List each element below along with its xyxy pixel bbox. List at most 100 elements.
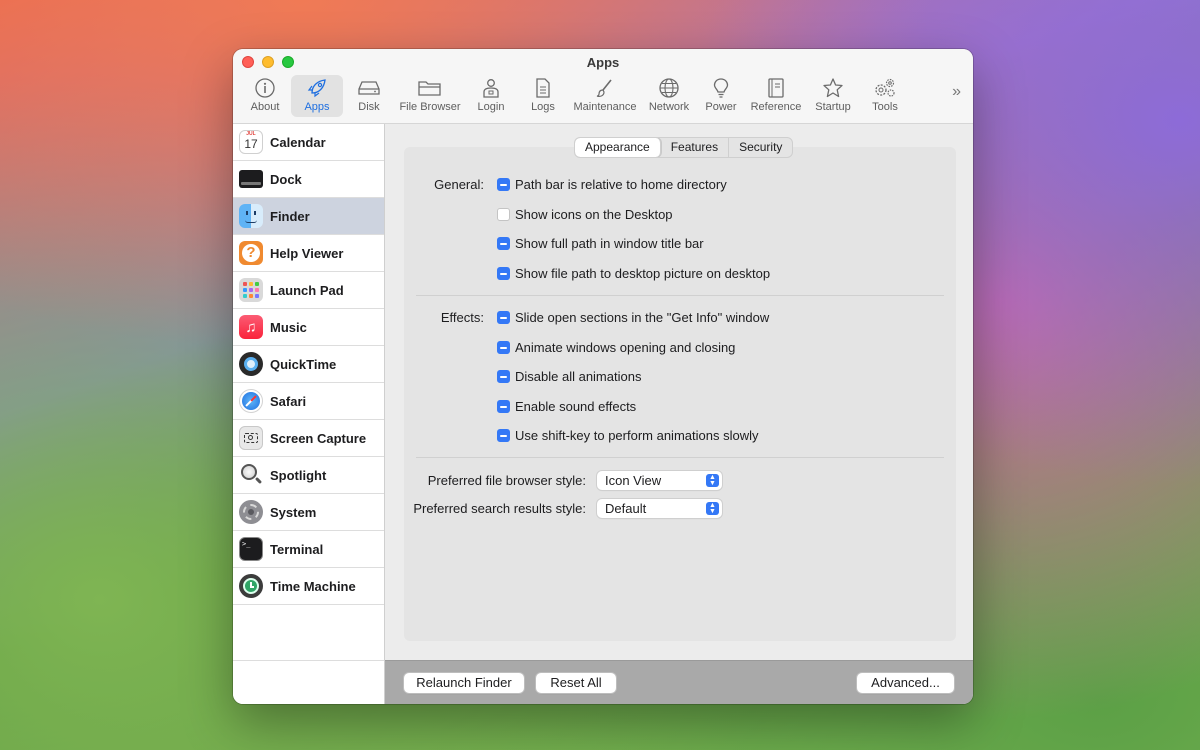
option-full-path-title[interactable]: Show full path in window title bar — [497, 236, 704, 251]
option-path-bar-relative[interactable]: Path bar is relative to home directory — [497, 177, 727, 192]
help-icon: ? — [239, 241, 263, 265]
toolbar-login[interactable]: Login — [465, 75, 517, 117]
tab-appearance[interactable]: Appearance — [575, 138, 661, 157]
sidebar-item-label: Help Viewer — [270, 245, 344, 261]
sidebar-item-label: Dock — [270, 171, 302, 187]
tab-features[interactable]: Features — [661, 138, 730, 157]
sidebar-item-label: Safari — [270, 393, 307, 409]
option-shift-slow-animations[interactable]: Use shift-key to perform animations slow… — [497, 428, 758, 443]
sidebar-item-label: Launch Pad — [270, 282, 344, 298]
toolbar-label: Logs — [531, 101, 555, 113]
disk-icon — [357, 75, 381, 101]
toolbar-overflow-chevron-icon[interactable]: » — [952, 83, 961, 101]
toolbar-label: File Browser — [399, 101, 461, 113]
sidebar-item-label: Screen Capture — [270, 430, 367, 446]
sidebar-item-finder[interactable]: Finder — [233, 198, 384, 235]
main-content: General: Path bar is relative to home di… — [385, 124, 973, 660]
folder-icon — [417, 75, 443, 101]
document-icon — [533, 75, 553, 101]
chevron-updown-icon: ▲ ▼ — [706, 474, 719, 487]
rocket-icon — [306, 75, 328, 101]
sidebar-item-time-machine[interactable]: Time Machine — [233, 568, 384, 605]
option-sound-effects[interactable]: Enable sound effects — [497, 399, 636, 414]
sidebar-item-music[interactable]: ♫ Music — [233, 309, 384, 346]
sidebar-item-label: Terminal — [270, 541, 324, 557]
checkbox[interactable] — [497, 267, 510, 280]
search-style-label: Preferred search results style: — [413, 501, 586, 516]
app-window: Apps About Apps Disk File Browser Login … — [233, 49, 973, 704]
toolbar-maintenance[interactable]: Maintenance — [569, 75, 641, 117]
checkbox[interactable] — [497, 237, 510, 250]
sidebar-item-spotlight[interactable]: Spotlight — [233, 457, 384, 494]
sidebar-item-label: Calendar — [270, 134, 326, 150]
checkbox[interactable] — [497, 429, 510, 442]
toolbar-label: Login — [477, 101, 505, 113]
chevron-updown-icon: ▲ ▼ — [706, 502, 719, 515]
toolbar-apps[interactable]: Apps — [291, 75, 343, 117]
timemachine-icon — [239, 574, 263, 598]
search-style-select[interactable]: Default ▲ ▼ — [597, 499, 722, 518]
sidebar-item-launch-pad[interactable]: Launch Pad — [233, 272, 384, 309]
divider — [416, 295, 944, 296]
toolbar-label: About — [250, 101, 280, 113]
toolbar-tools[interactable]: Tools — [859, 75, 911, 117]
checkbox[interactable] — [497, 311, 510, 324]
toolbar-label: Tools — [872, 101, 898, 113]
toolbar-logs[interactable]: Logs — [517, 75, 569, 117]
sidebar-item-safari[interactable]: Safari — [233, 383, 384, 420]
advanced-button[interactable]: Advanced... — [857, 673, 954, 693]
window-title: Apps — [586, 55, 620, 70]
divider — [416, 457, 944, 458]
checkbox[interactable] — [497, 208, 510, 221]
checkbox[interactable] — [497, 370, 510, 383]
sidebar-item-terminal[interactable]: >_ Terminal — [233, 531, 384, 568]
option-slide-get-info[interactable]: Slide open sections in the "Get Info" wi… — [497, 310, 769, 325]
toolbar-network[interactable]: Network — [641, 75, 697, 117]
sidebar-item-dock[interactable]: Dock — [233, 161, 384, 198]
checkbox[interactable] — [497, 178, 510, 191]
toolbar-power[interactable]: Power — [697, 75, 745, 117]
toolbar-label: Disk — [358, 101, 380, 113]
sidebar-item-help-viewer[interactable]: ? Help Viewer — [233, 235, 384, 272]
reset-all-button[interactable]: Reset All — [536, 673, 616, 693]
music-icon: ♫ — [239, 315, 263, 339]
option-desktop-picture-path[interactable]: Show file path to desktop picture on des… — [497, 266, 770, 281]
relaunch-finder-button[interactable]: Relaunch Finder — [404, 673, 524, 693]
titlebar: Apps About Apps Disk File Browser Login … — [233, 49, 973, 124]
toolbar: About Apps Disk File Browser Login Logs … — [239, 75, 967, 121]
sidebar-empty-row — [233, 605, 384, 661]
sidebar-item-calendar[interactable]: JUL 17 Calendar — [233, 124, 384, 161]
sidebar-item-quicktime[interactable]: QuickTime — [233, 346, 384, 383]
globe-icon — [658, 75, 680, 101]
book-icon — [766, 75, 786, 101]
browser-style-select[interactable]: Icon View ▲ ▼ — [597, 471, 722, 490]
toolbar-file-browser[interactable]: File Browser — [395, 75, 465, 117]
checkbox[interactable] — [497, 400, 510, 413]
sidebar-item-screen-capture[interactable]: Screen Capture — [233, 420, 384, 457]
settings-panel: General: Path bar is relative to home di… — [404, 147, 956, 641]
toolbar-reference[interactable]: Reference — [745, 75, 807, 117]
system-icon — [239, 500, 263, 524]
tab-security[interactable]: Security — [729, 138, 792, 157]
toolbar-startup[interactable]: Startup — [807, 75, 859, 117]
toolbar-label: Startup — [815, 101, 851, 113]
dock-icon — [239, 170, 263, 188]
login-icon — [480, 75, 502, 101]
lightbulb-icon — [711, 75, 731, 101]
toolbar-disk[interactable]: Disk — [343, 75, 395, 117]
terminal-icon: >_ — [239, 537, 263, 561]
option-show-desktop-icons[interactable]: Show icons on the Desktop — [497, 207, 673, 222]
browser-style-label: Preferred file browser style: — [427, 473, 586, 488]
sidebar-item-system[interactable]: System — [233, 494, 384, 531]
toolbar-about[interactable]: About — [239, 75, 291, 117]
spotlight-icon — [239, 463, 263, 487]
toolbar-label: Network — [648, 101, 690, 113]
tab-bar: Appearance Features Security — [574, 137, 794, 158]
star-icon — [822, 75, 844, 101]
option-disable-animations[interactable]: Disable all animations — [497, 369, 641, 384]
option-animate-windows[interactable]: Animate windows opening and closing — [497, 340, 735, 355]
screenshot-icon — [239, 426, 263, 450]
toolbar-label: Power — [705, 101, 737, 113]
toolbar-label: Reference — [750, 101, 802, 113]
checkbox[interactable] — [497, 341, 510, 354]
